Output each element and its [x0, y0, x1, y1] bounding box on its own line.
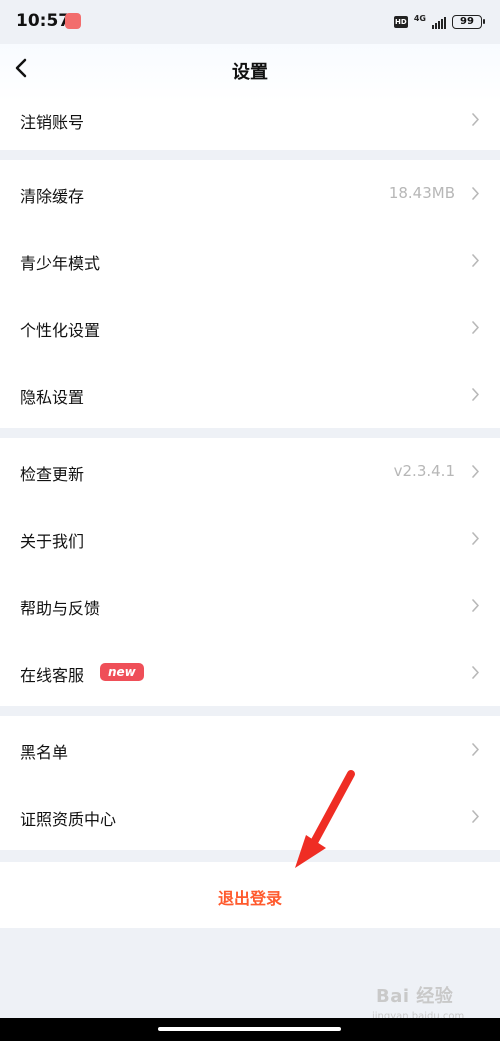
chevron-right-icon: [472, 810, 479, 823]
chevron-right-icon: [472, 254, 479, 267]
settings-row-label: 检查更新: [20, 465, 85, 484]
status-bar: 10:57 HD 4G 99: [0, 0, 500, 44]
hd-icon: HD: [393, 16, 408, 28]
settings-row-label: 青少年模式: [20, 254, 101, 273]
settings-row-help-feedback[interactable]: 帮助与反馈: [0, 572, 500, 639]
settings-row-check-update[interactable]: 检查更新 v2.3.4.1: [0, 438, 500, 505]
settings-row-personalization[interactable]: 个性化设置: [0, 294, 500, 361]
page-title: 设置: [232, 62, 268, 83]
settings-row-delete-account[interactable]: 注销账号: [0, 86, 500, 153]
settings-row-clear-cache[interactable]: 清除缓存 18.43MB: [0, 160, 500, 227]
chevron-right-icon: [472, 113, 479, 126]
settings-row-label: 注销账号: [20, 113, 85, 132]
chevron-right-icon: [472, 187, 479, 200]
chevron-right-icon: [472, 599, 479, 612]
settings-row-privacy[interactable]: 隐私设置: [0, 361, 500, 428]
settings-screen: 10:57 HD 4G 99 设置 注销账号 清除缓存 18.43MB 青少年模…: [0, 0, 500, 1041]
logout-label: 退出登录: [217, 889, 282, 908]
chevron-right-icon: [472, 532, 479, 545]
settings-row-youth-mode[interactable]: 青少年模式: [0, 227, 500, 294]
battery-icon: 99: [452, 15, 485, 29]
settings-row-label: 隐私设置: [20, 388, 85, 407]
general-section: 清除缓存 18.43MB 青少年模式 个性化设置 隐私设置: [0, 160, 500, 428]
settings-row-label: 帮助与反馈: [20, 599, 101, 618]
settings-row-blacklist[interactable]: 黑名单: [0, 716, 500, 783]
settings-row-online-support[interactable]: 在线客服 new: [0, 639, 500, 706]
annotation-arrow: [295, 770, 355, 868]
settings-row-label: 黑名单: [20, 743, 69, 762]
signal-icon: [432, 15, 446, 29]
new-badge: new: [100, 663, 144, 681]
chevron-right-icon: [472, 321, 479, 334]
chevron-right-icon: [472, 743, 479, 756]
status-time: 10:57: [16, 11, 71, 31]
chevron-right-icon: [472, 465, 479, 478]
settings-row-label: 在线客服: [20, 666, 85, 685]
home-indicator[interactable]: [158, 1027, 341, 1031]
settings-row-label: 个性化设置: [20, 321, 101, 340]
app-notification-icon: [65, 13, 81, 29]
about-section: 检查更新 v2.3.4.1 关于我们 帮助与反馈 在线客服 new: [0, 438, 500, 706]
settings-row-about-us[interactable]: 关于我们: [0, 505, 500, 572]
account-section: 注销账号: [0, 102, 500, 150]
settings-row-license-center[interactable]: 证照资质中心: [0, 783, 500, 850]
version-value: v2.3.4.1: [393, 462, 455, 480]
settings-row-label: 证照资质中心: [20, 810, 117, 829]
other-section: 黑名单 证照资质中心: [0, 716, 500, 850]
navigation-bar: [0, 1018, 500, 1041]
network-type-label: 4G: [413, 13, 426, 23]
chevron-right-icon: [472, 388, 479, 401]
cache-size-value: 18.43MB: [388, 184, 455, 202]
chevron-right-icon: [472, 666, 479, 679]
settings-row-label: 清除缓存: [20, 187, 85, 206]
settings-row-label: 关于我们: [20, 532, 85, 551]
logout-button[interactable]: 退出登录: [0, 862, 500, 928]
status-icons: HD 4G 99: [393, 12, 485, 32]
watermark-brand: Bai 经验: [376, 986, 454, 1007]
